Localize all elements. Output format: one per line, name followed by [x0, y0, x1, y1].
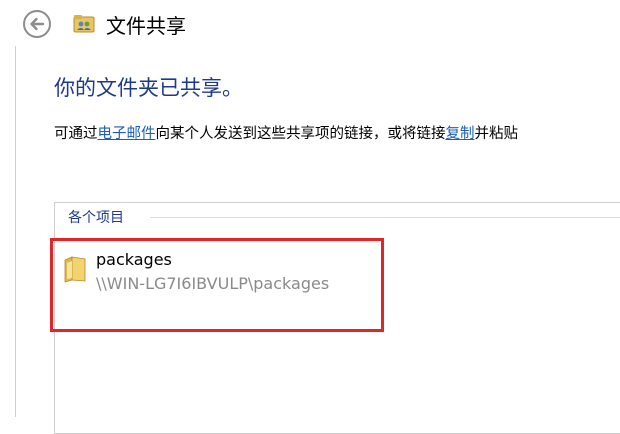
content-border — [15, 46, 16, 417]
file-share-icon — [73, 15, 95, 33]
items-group-header: 各个项目 — [68, 210, 124, 226]
highlight-box — [50, 238, 384, 332]
window-title: 文件共享 — [106, 14, 186, 38]
email-link[interactable]: 电子邮件 — [98, 126, 156, 142]
title-bar: 文件共享 — [0, 0, 620, 46]
desc-text-2: 向某个人发送到这些共享项的链接，或将链接 — [155, 126, 446, 142]
page-heading: 你的文件夹已共享。 — [54, 76, 243, 100]
back-arrow-icon[interactable] — [22, 9, 52, 39]
desc-text-1: 可通过 — [54, 126, 98, 142]
copy-link[interactable]: 复制 — [446, 126, 475, 142]
group-divider — [150, 217, 620, 218]
desc-text-3: 并粘贴 — [474, 126, 519, 142]
share-description: 可通过电子邮件向某个人发送到这些共享项的链接，或将链接复制并粘贴 — [54, 122, 518, 143]
